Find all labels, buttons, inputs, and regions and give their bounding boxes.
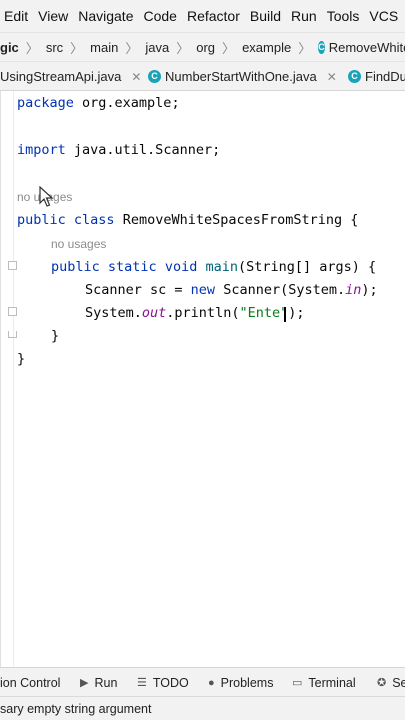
tool-terminal[interactable]: ▭ Terminal bbox=[292, 668, 356, 696]
java-class-icon: C bbox=[148, 70, 161, 83]
breadcrumb-org[interactable]: org bbox=[196, 40, 215, 55]
code-line-main[interactable]: public static void main(String[] args) { bbox=[51, 259, 376, 275]
terminal-icon: ▭ bbox=[292, 677, 303, 689]
breadcrumb-main[interactable]: main bbox=[90, 40, 118, 55]
menu-refactor[interactable]: Refactor bbox=[183, 8, 246, 24]
tab-label: FindDu bbox=[365, 69, 405, 84]
menu-bar: Edit View Navigate Code Refactor Build R… bbox=[0, 0, 405, 32]
chevron-right-icon: 〉 bbox=[222, 40, 236, 56]
fold-icon[interactable] bbox=[8, 307, 17, 316]
mouse-cursor-icon bbox=[39, 186, 54, 207]
chevron-right-icon: 〉 bbox=[25, 40, 39, 56]
menu-vcs[interactable]: VCS bbox=[365, 8, 404, 24]
status-bar: sary empty string argument bbox=[0, 696, 405, 720]
breadcrumb-example[interactable]: example bbox=[242, 40, 291, 55]
status-message: sary empty string argument bbox=[0, 701, 152, 716]
code-line-println[interactable]: System.out.println("Ente"); bbox=[85, 305, 305, 321]
code-line-class[interactable]: public class RemoveWhiteSpacesFromString… bbox=[17, 212, 358, 228]
tab-find-du[interactable]: C FindDu bbox=[348, 62, 405, 90]
tool-window-bar: ion Control ▶ Run ☰ TODO ● Problems ▭ Te… bbox=[0, 667, 405, 696]
code-line-close-method[interactable]: } bbox=[51, 328, 59, 344]
menu-edit[interactable]: Edit bbox=[0, 8, 34, 24]
chevron-right-icon: 〉 bbox=[70, 40, 84, 56]
list-icon: ☰ bbox=[137, 677, 147, 689]
code-line-import[interactable]: import java.util.Scanner; bbox=[17, 142, 220, 158]
close-icon[interactable]: ✕ bbox=[327, 70, 337, 84]
chevron-right-icon: 〉 bbox=[176, 40, 190, 56]
tab-number-start-with-one[interactable]: C NumberStartWithOne.java ✕ bbox=[148, 62, 337, 90]
fold-icon[interactable] bbox=[8, 261, 17, 270]
gutter-divider bbox=[13, 91, 14, 667]
close-icon[interactable]: ✕ bbox=[131, 70, 141, 84]
tab-label: UsingStreamApi.java bbox=[0, 69, 122, 84]
code-line-package[interactable]: package org.example; bbox=[17, 95, 180, 111]
code-line-close-class[interactable]: } bbox=[17, 351, 25, 367]
java-class-icon: C bbox=[318, 40, 325, 54]
menu-view[interactable]: View bbox=[34, 8, 74, 24]
breadcrumb-file[interactable]: RemoveWhiteSpacesFro bbox=[329, 40, 405, 55]
tool-services[interactable]: ✪ Se bbox=[377, 668, 405, 696]
breadcrumb-src[interactable]: src bbox=[46, 40, 63, 55]
usage-hint[interactable]: no usages bbox=[51, 237, 106, 251]
menu-build[interactable]: Build bbox=[246, 8, 287, 24]
text-caret bbox=[284, 307, 286, 322]
services-icon: ✪ bbox=[377, 677, 387, 689]
menu-navigate[interactable]: Navigate bbox=[74, 8, 139, 24]
code-line-scanner[interactable]: Scanner sc = new Scanner(System.in); bbox=[85, 282, 378, 298]
tab-using-stream-api[interactable]: UsingStreamApi.java ✕ bbox=[0, 62, 141, 90]
java-class-icon: C bbox=[348, 70, 361, 83]
fold-end-icon[interactable] bbox=[8, 331, 17, 338]
code-editor[interactable] bbox=[0, 91, 405, 667]
chevron-right-icon: 〉 bbox=[125, 40, 139, 56]
breadcrumb: gic 〉 src 〉 main 〉 java 〉 org 〉 example … bbox=[0, 32, 405, 61]
tool-version-control[interactable]: ion Control bbox=[0, 668, 60, 696]
menu-run[interactable]: Run bbox=[287, 8, 323, 24]
tool-run[interactable]: ▶ Run bbox=[80, 668, 117, 696]
problems-icon: ● bbox=[208, 676, 215, 689]
tab-label: NumberStartWithOne.java bbox=[165, 69, 317, 84]
menu-code[interactable]: Code bbox=[139, 8, 182, 24]
run-icon: ▶ bbox=[80, 677, 89, 689]
menu-tools[interactable]: Tools bbox=[323, 8, 366, 24]
editor-tabs: UsingStreamApi.java ✕ C NumberStartWithO… bbox=[0, 61, 405, 91]
breadcrumb-project[interactable]: gic bbox=[0, 40, 19, 55]
breadcrumb-java[interactable]: java bbox=[145, 40, 169, 55]
tool-problems[interactable]: ● Problems bbox=[208, 668, 273, 696]
chevron-right-icon: 〉 bbox=[298, 40, 312, 56]
tool-todo[interactable]: ☰ TODO bbox=[137, 668, 189, 696]
